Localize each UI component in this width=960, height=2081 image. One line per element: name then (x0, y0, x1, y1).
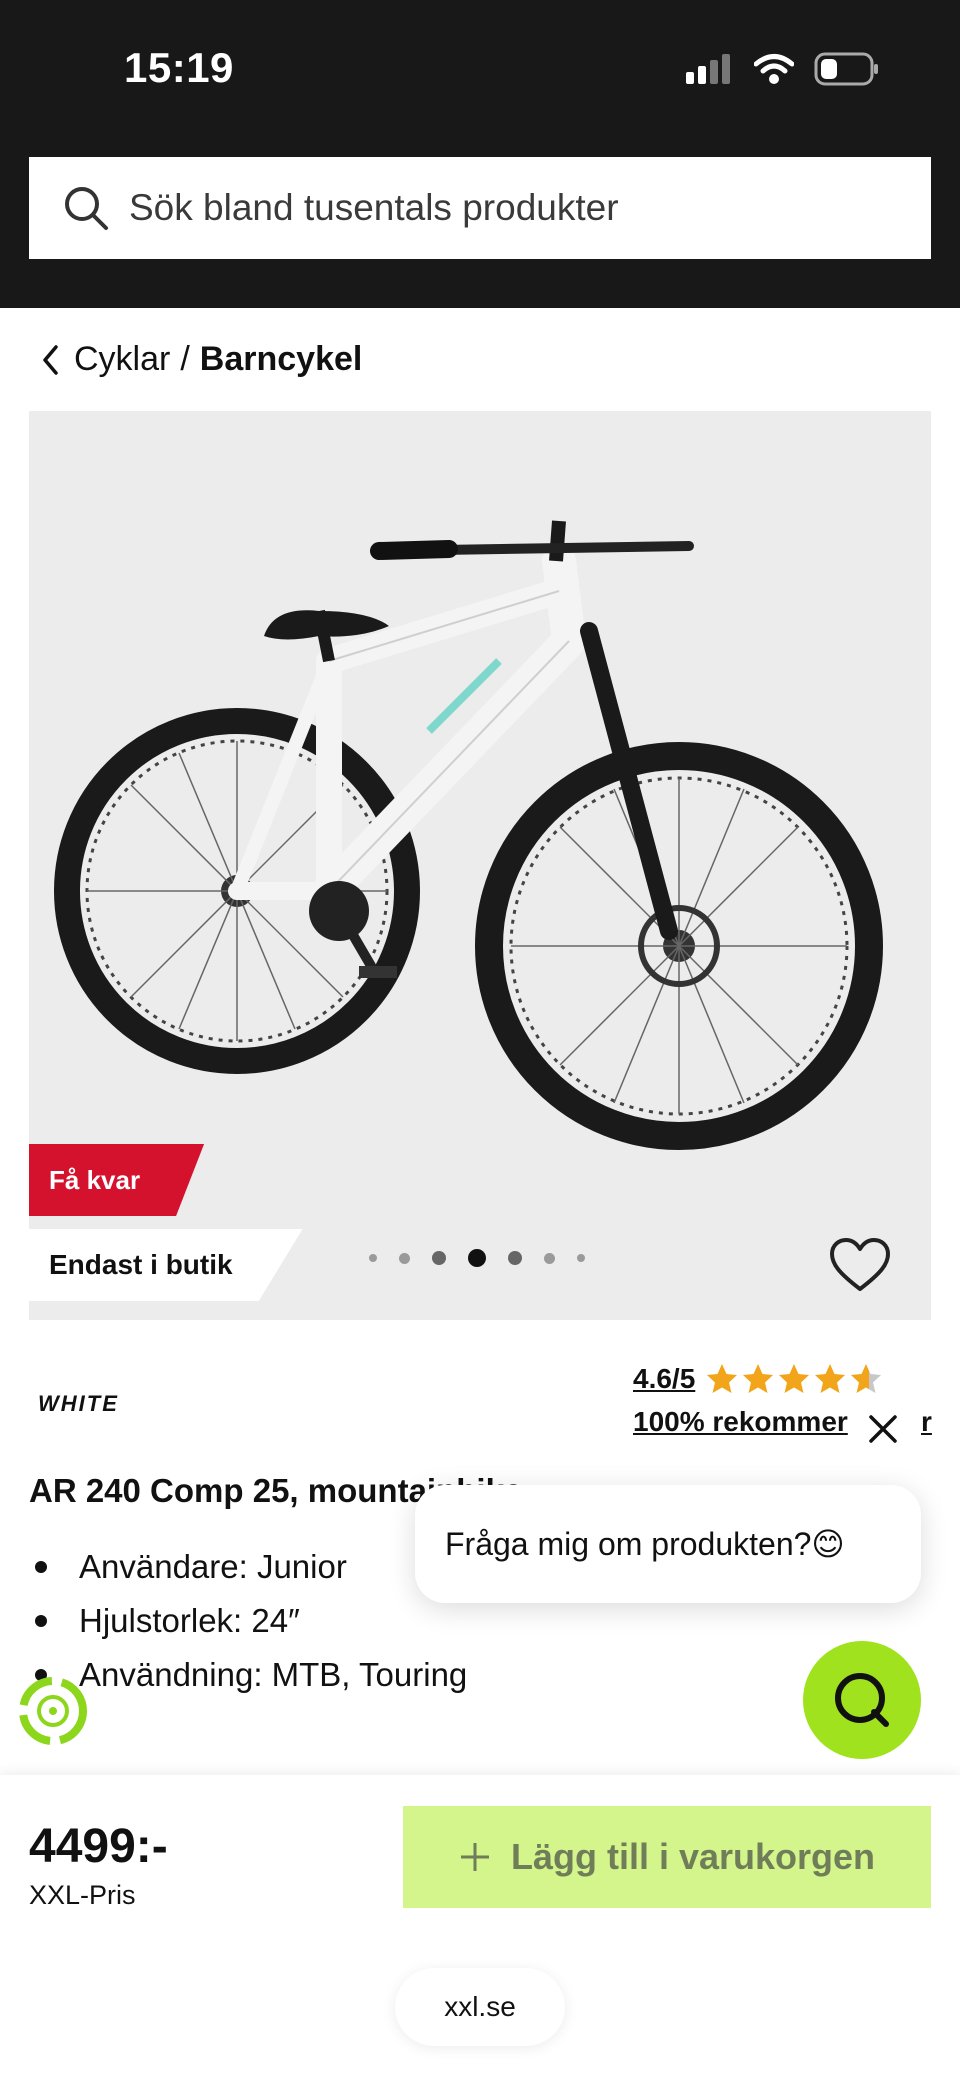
carousel-dot[interactable] (432, 1251, 446, 1265)
price: 4499:- (29, 1820, 168, 1873)
chevron-left-icon[interactable] (40, 343, 62, 377)
carousel-dot-active[interactable] (468, 1249, 486, 1267)
product-highlights: Användare: Junior Hjulstorlek: 24″ Använ… (29, 1540, 467, 1702)
few-left-badge: Få kvar (29, 1144, 205, 1216)
add-to-cart-label: Lägg till i varukorgen (510, 1836, 876, 1877)
carousel-indicator (369, 1249, 585, 1267)
carousel-dot[interactable] (544, 1252, 555, 1264)
breadcrumb-separator: / (180, 340, 190, 378)
search-placeholder: Sök bland tusentals produkter (129, 187, 619, 228)
breadcrumb-parent[interactable]: Cyklar (74, 340, 170, 379)
signal-icon (686, 54, 730, 84)
status-time: 15:19 (124, 44, 234, 91)
wifi-icon (754, 54, 794, 84)
breadcrumb: Cyklar / Barncykel (40, 340, 362, 379)
app-header: 15:19 Sök bland tusentals produkter (0, 0, 960, 308)
search-input[interactable]: Sök bland tusentals produkter (29, 157, 931, 259)
eco-recycle-icon[interactable] (17, 1675, 89, 1747)
carousel-dot[interactable] (577, 1254, 585, 1262)
search-icon (65, 187, 108, 230)
add-to-cart-button[interactable]: Lägg till i varukorgen (403, 1806, 931, 1908)
rating-score[interactable]: 4.6/5 (633, 1363, 695, 1395)
carousel-dot[interactable] (369, 1254, 377, 1262)
browser-url-pill[interactable]: xxl.se (395, 1968, 565, 2046)
highlight-item: Användare: Junior (29, 1540, 467, 1594)
recommend-percentage[interactable]: 100% rekommer (633, 1406, 848, 1438)
close-icon[interactable] (868, 1414, 898, 1444)
status-icons (686, 52, 880, 86)
carousel-dot[interactable] (399, 1252, 410, 1264)
carousel-dot[interactable] (508, 1251, 522, 1265)
chat-bubble-icon (835, 1673, 889, 1727)
store-only-badge: Endast i butik (29, 1229, 303, 1301)
chat-prompt-text: Fråga mig om produkten?😊 (445, 1526, 845, 1562)
product-rating[interactable]: 4.6/5 (633, 1362, 885, 1396)
favorite-heart-icon[interactable] (829, 1237, 891, 1293)
chat-launcher-button[interactable] (803, 1641, 921, 1759)
price-label: XXL-Pris (29, 1880, 136, 1910)
chat-prompt-bubble[interactable]: Fråga mig om produkten?😊 (415, 1485, 921, 1603)
purchase-bar: 4499:- XXL-Pris Lägg till i varukorgen x… (0, 1775, 960, 2081)
brand-logo[interactable]: WHITE (38, 1391, 119, 1417)
battery-icon (814, 52, 878, 86)
breadcrumb-current: Barncykel (199, 340, 363, 378)
highlight-item: Användning: MTB, Touring (29, 1648, 467, 1702)
highlight-item: Hjulstorlek: 24″ (29, 1594, 467, 1648)
product-image-carousel[interactable]: Få kvar Endast i butik (29, 411, 931, 1320)
plus-icon (460, 1843, 489, 1871)
star-rating-icon (707, 1364, 882, 1393)
recommend-text-tail: r (921, 1406, 932, 1437)
